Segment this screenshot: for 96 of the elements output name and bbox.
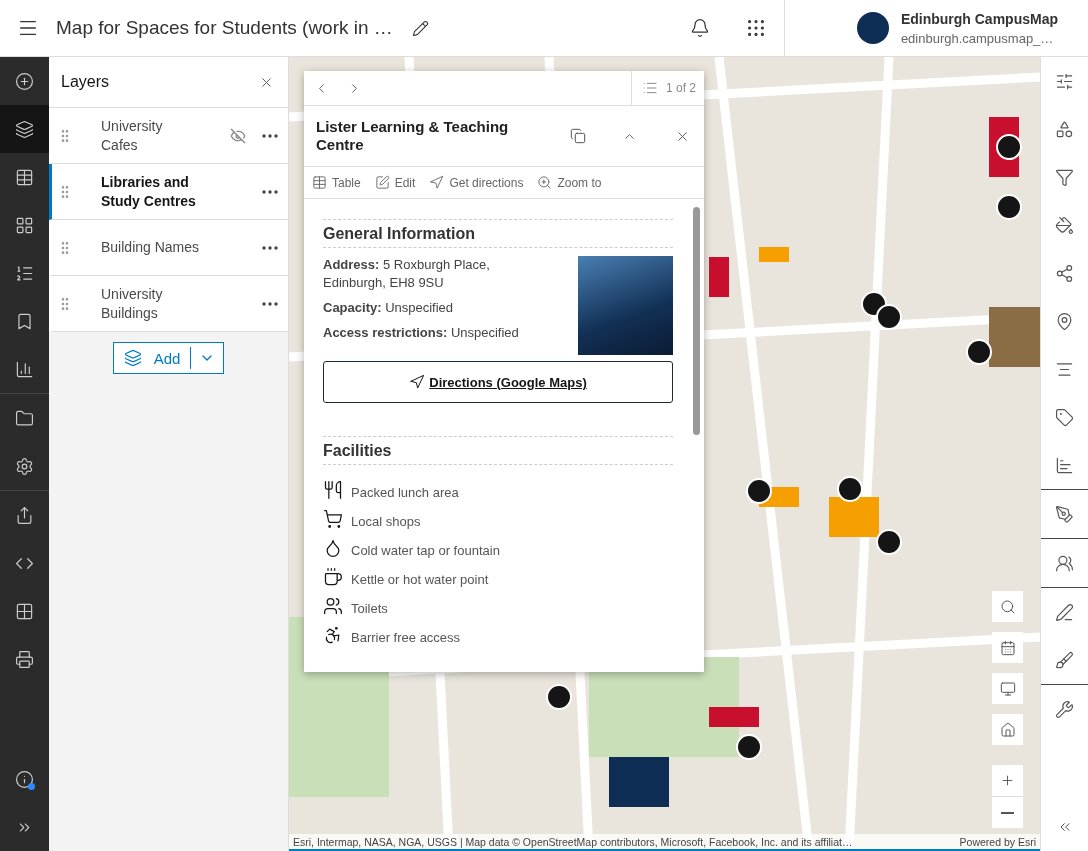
facility-text: Toilets (351, 601, 388, 616)
plus-icon (1000, 773, 1015, 788)
facility-text: Kettle or hot water point (351, 572, 489, 587)
minus-icon (1001, 811, 1014, 814)
layers-icon (15, 119, 34, 139)
folder-icon (15, 408, 34, 428)
gallery-icon (15, 215, 34, 235)
hidden-eye-icon[interactable] (230, 127, 246, 144)
panel-title: Layers (61, 73, 110, 91)
action-button[interactable]: Table (312, 175, 361, 190)
print-icon (15, 649, 34, 669)
facility-text: Cold water tap or fountain (351, 543, 500, 558)
people-icon (1055, 553, 1074, 573)
more-button[interactable] (260, 299, 280, 308)
directions-icon (429, 175, 445, 190)
filter-icon (1055, 167, 1074, 187)
kettle-icon (323, 567, 343, 587)
date-button[interactable] (992, 632, 1023, 663)
directions-icon (409, 374, 426, 390)
action-button[interactable]: Edit (374, 175, 416, 190)
chart-icon (15, 359, 34, 379)
org-name: Edinburgh CampusMap (900, 10, 1058, 27)
zoom-icon (537, 175, 553, 190)
more-button[interactable] (260, 243, 280, 252)
feature-list-button[interactable]: 1 of 2 (630, 70, 704, 106)
display-button[interactable] (992, 673, 1023, 704)
bookmark-icon (15, 311, 34, 331)
facility-text: Barrier free access (351, 630, 461, 645)
fork-knife-icon (323, 480, 343, 500)
facility-text: Packed lunch area (351, 485, 459, 500)
search-icon (999, 598, 1016, 615)
calendar-icon (999, 639, 1016, 656)
apps-icon (15, 601, 34, 621)
action-button[interactable]: Get directions (429, 175, 524, 190)
table-icon (15, 167, 34, 187)
edit-icon (374, 175, 390, 190)
section-heading: General Information (323, 219, 673, 248)
settings-icon (15, 456, 34, 476)
rail-button[interactable] (0, 105, 49, 153)
brush-icon (1055, 650, 1074, 670)
chart-icon (1055, 455, 1074, 475)
bell-icon (689, 18, 710, 38)
people-icon (323, 596, 343, 616)
section-heading: Facilities (323, 436, 673, 465)
field-text: Access restrictions: Unspecified (323, 324, 520, 342)
home-icon (999, 721, 1016, 738)
attribution-text: Esri, Intermap, NASA, NGA, USGS | Map data © OpenStreetMap contributors, Microsoft, Facebook, Inc. and its affiliat… (293, 835, 853, 848)
nodes-icon (1055, 263, 1074, 283)
add-icon (15, 71, 34, 91)
field-text: Address: 5 Roxburgh Place, Edinburgh, EH8 9SU (323, 256, 491, 292)
search-button[interactable] (992, 591, 1023, 622)
field-text: Capacity: Unspecified (323, 299, 455, 317)
action-button[interactable]: Zoom to (537, 175, 602, 190)
layer-item[interactable]: Building Names (49, 220, 288, 276)
layer-name: University Cafes (101, 116, 164, 155)
paint-icon (1055, 215, 1074, 235)
dock-button[interactable] (568, 126, 588, 146)
layer-item[interactable]: University Buildings (49, 276, 288, 332)
pen-icon (1055, 504, 1074, 524)
cart-icon (323, 509, 343, 529)
monitor-icon (999, 680, 1016, 697)
wrench-icon (1055, 699, 1074, 719)
layer-item[interactable]: University Cafes (49, 108, 288, 164)
pencil-icon (412, 19, 430, 37)
feature-title: Lister Learning & Teaching Centre (316, 118, 510, 154)
layer-name: Building Names (101, 238, 201, 257)
info-icon (15, 769, 34, 789)
more-icon (262, 245, 278, 250)
table-icon (312, 175, 327, 190)
share-icon (15, 505, 34, 525)
directions-link[interactable]: Directions (Google Maps) (323, 361, 673, 403)
map-title: Map for Spaces for Students (work in … (56, 17, 393, 39)
edit-icon (1055, 602, 1074, 622)
layer-name: Libraries and Study Centres (101, 172, 197, 211)
add-layer-button[interactable]: Add (112, 342, 225, 374)
layer-item[interactable]: Libraries and Study Centres (49, 164, 288, 220)
more-icon (262, 133, 278, 138)
sliders-icon (1055, 71, 1074, 91)
org-logo[interactable] (856, 12, 889, 44)
more-button[interactable] (260, 187, 280, 196)
org-url: edinburgh.campusmap_… (900, 30, 1055, 46)
facility-text: Local shops (351, 514, 421, 529)
pin-icon (1055, 311, 1074, 331)
more-icon (262, 301, 278, 306)
windows-icon (570, 128, 586, 144)
shapes-icon (1055, 119, 1074, 139)
tag-icon (1055, 407, 1074, 427)
home-button[interactable] (992, 714, 1023, 745)
layer-name: University Buildings (101, 284, 164, 323)
more-icon (262, 189, 278, 194)
notification-dot (28, 783, 35, 790)
powered-by-text: Powered by Esri (959, 835, 1036, 848)
layers-icon (123, 349, 142, 367)
more-button[interactable] (260, 131, 280, 140)
zoom-out-button[interactable] (992, 797, 1023, 828)
list-icon (641, 80, 658, 96)
